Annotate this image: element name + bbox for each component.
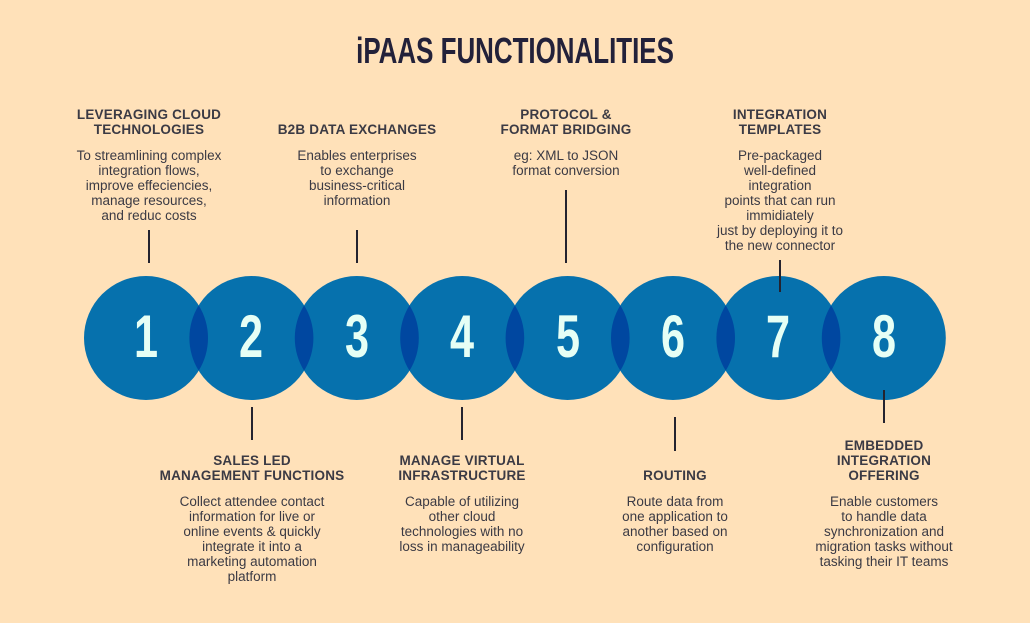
- step-description-line: loss in manageability: [399, 539, 525, 554]
- step-description-line: eg: XML to JSON: [513, 148, 619, 163]
- step-description-line: integrate it into a: [202, 539, 302, 554]
- step-description-line: Pre-packaged: [737, 148, 823, 163]
- step-description: Enable customers to handle data synchroniz…: [774, 494, 994, 569]
- step-heading: INTEGRATION TEMPLATES: [670, 107, 890, 137]
- step-description-line: another based on: [622, 524, 728, 539]
- step-block-6: ROUTING Route data from one application to…: [565, 468, 785, 554]
- step-number-8: 8: [871, 303, 896, 370]
- step-description-line: well-defined: [743, 163, 817, 178]
- step-heading-line: SALES LED: [213, 453, 291, 468]
- step-description: Capable of utilizing other cloud technolog…: [352, 494, 572, 554]
- step-block-4: MANAGE VIRTUAL INFRASTRUCTURE Capable of u…: [352, 453, 572, 554]
- step-heading: MANAGE VIRTUAL INFRASTRUCTURE: [352, 453, 572, 483]
- step-description-line: integration flows,: [98, 163, 200, 178]
- step-description-line: other cloud: [428, 509, 496, 524]
- step-heading-line: ROUTING: [643, 468, 707, 483]
- step-description-line: format conversion: [512, 163, 620, 178]
- step-description-line: just by deploying it to: [716, 223, 844, 238]
- step-description: Route data from one application to another…: [565, 494, 785, 554]
- step-description-line: Route data from: [626, 494, 724, 509]
- step-description-line: technologies with no: [400, 524, 524, 539]
- connector-line-1: [148, 230, 150, 263]
- step-number-7: 7: [766, 303, 791, 370]
- step-block-1: LEVERAGING CLOUD TECHNOLOGIES To streamlin…: [39, 107, 259, 223]
- step-heading-line: FORMAT BRIDGING: [500, 122, 632, 137]
- step-block-5: PROTOCOL & FORMAT BRIDGING eg: XML to JSON…: [456, 107, 676, 178]
- step-heading-line: EMBEDDED: [844, 438, 924, 453]
- step-heading-line: INTEGRATION: [836, 453, 932, 468]
- step-description: Enables enterprises to exchange business-c…: [247, 148, 467, 208]
- step-description: eg: XML to JSON format conversion: [456, 148, 676, 178]
- step-block-3: B2B DATA EXCHANGES Enables enterprises to …: [247, 122, 467, 208]
- step-number-4: 4: [450, 303, 475, 370]
- step-description-line: Enables enterprises: [297, 148, 417, 163]
- step-number-3: 3: [344, 303, 369, 370]
- step-heading: LEVERAGING CLOUD TECHNOLOGIES: [39, 107, 259, 137]
- step-description-line: one application to: [622, 509, 728, 524]
- step-description-line: synchronization and: [823, 524, 945, 539]
- step-description-line: Capable of utilizing: [404, 494, 520, 509]
- step-description-line: integration: [748, 178, 812, 193]
- step-description-line: to exchange: [320, 163, 394, 178]
- step-description-line: migration tasks without: [815, 539, 953, 554]
- step-heading-line: OFFERING: [848, 468, 920, 483]
- step-description-line: To streamlining complex: [76, 148, 222, 163]
- step-number-2: 2: [239, 303, 264, 370]
- step-number-6: 6: [660, 303, 686, 370]
- step-description-line: manage resources,: [91, 193, 207, 208]
- step-block-7: INTEGRATION TEMPLATES Pre-packaged well-def…: [670, 107, 890, 253]
- step-description: To streamlining complex integration flows…: [39, 148, 259, 223]
- step-description-line: to handle data: [841, 509, 927, 524]
- step-description-line: improve effeciencies,: [85, 178, 213, 193]
- step-heading-line: TECHNOLOGIES: [93, 122, 205, 137]
- step-number-5: 5: [555, 303, 580, 370]
- step-heading-line: PROTOCOL &: [520, 107, 612, 122]
- connector-line-8: [883, 390, 885, 423]
- step-heading: ROUTING: [565, 468, 785, 483]
- step-description-line: configuration: [636, 539, 714, 554]
- connector-line-2: [251, 407, 253, 440]
- step-description: Collect attendee contact information for …: [142, 494, 362, 584]
- step-heading: B2B DATA EXCHANGES: [247, 122, 467, 137]
- step-description-line: tasking their IT teams: [819, 554, 949, 569]
- step-description-line: immidiately: [746, 208, 814, 223]
- step-description-line: business-critical: [308, 178, 406, 193]
- connector-line-6: [674, 417, 676, 451]
- step-description-line: information for live or: [188, 509, 316, 524]
- step-heading: PROTOCOL & FORMAT BRIDGING: [456, 107, 676, 137]
- step-block-2: SALES LED MANAGEMENT FUNCTIONS Collect att…: [142, 453, 362, 584]
- step-heading-line: MANAGEMENT FUNCTIONS: [159, 468, 345, 483]
- step-description-line: marketing automation: [187, 554, 317, 569]
- step-number-1: 1: [133, 303, 159, 370]
- step-heading-line: B2B DATA EXCHANGES: [277, 122, 437, 137]
- connector-line-4: [461, 407, 463, 440]
- step-heading-line: TEMPLATES: [738, 122, 822, 137]
- step-heading-line: LEVERAGING CLOUD: [76, 107, 222, 122]
- step-heading-line: MANAGE VIRTUAL: [399, 453, 525, 468]
- step-heading-line: INFRASTRUCTURE: [398, 468, 526, 483]
- step-description-line: online events & quickly: [183, 524, 321, 539]
- step-description: Pre-packaged well-defined integration point…: [670, 148, 890, 253]
- step-description-line: platform: [227, 569, 277, 584]
- step-heading: EMBEDDED INTEGRATION OFFERING: [774, 438, 994, 483]
- step-block-8: EMBEDDED INTEGRATION OFFERING Enable custom…: [774, 438, 994, 569]
- step-description-line: points that can run: [724, 193, 836, 208]
- step-description-line: information: [323, 193, 391, 208]
- step-description-line: the new connector: [724, 238, 836, 253]
- connector-line-3: [356, 230, 358, 263]
- step-description-line: Enable customers: [829, 494, 939, 509]
- step-description-line: and reduc costs: [101, 208, 197, 223]
- step-heading: SALES LED MANAGEMENT FUNCTIONS: [142, 453, 362, 483]
- step-heading-line: INTEGRATION: [732, 107, 828, 122]
- connector-line-7: [779, 260, 781, 292]
- step-description-line: Collect attendee contact: [179, 494, 325, 509]
- connector-line-5: [565, 190, 567, 263]
